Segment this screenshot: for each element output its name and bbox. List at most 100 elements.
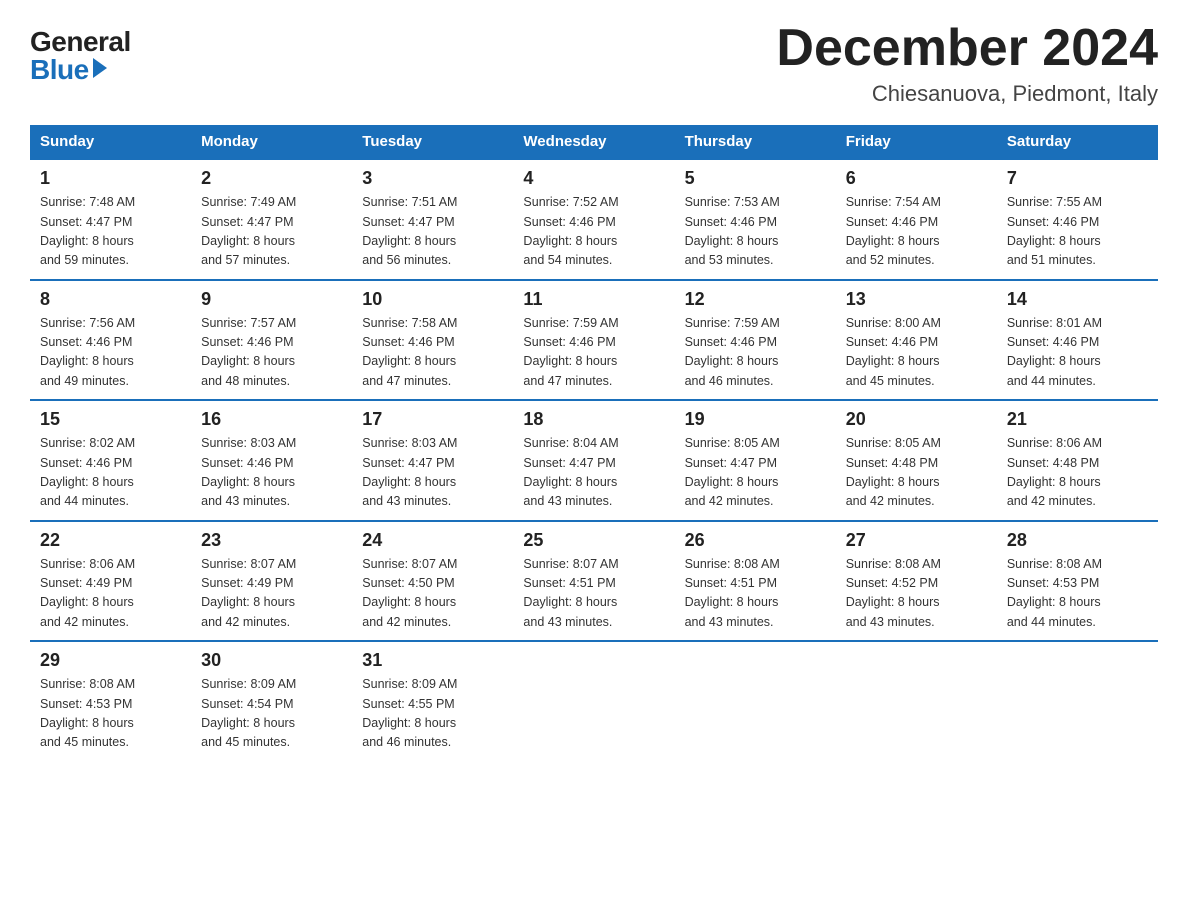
day-number: 26 [685,530,826,551]
calendar-day-cell: 10 Sunrise: 7:58 AM Sunset: 4:46 PM Dayl… [352,280,513,401]
day-detail: Sunrise: 7:58 AM Sunset: 4:46 PM Dayligh… [362,314,503,392]
day-number: 22 [40,530,181,551]
calendar-day-cell: 4 Sunrise: 7:52 AM Sunset: 4:46 PM Dayli… [513,159,674,280]
calendar-day-cell: 5 Sunrise: 7:53 AM Sunset: 4:46 PM Dayli… [675,159,836,280]
weekday-header-saturday: Saturday [997,125,1158,159]
day-detail: Sunrise: 7:52 AM Sunset: 4:46 PM Dayligh… [523,193,664,271]
calendar-day-cell: 30 Sunrise: 8:09 AM Sunset: 4:54 PM Dayl… [191,641,352,761]
calendar-day-cell: 8 Sunrise: 7:56 AM Sunset: 4:46 PM Dayli… [30,280,191,401]
calendar-day-cell: 22 Sunrise: 8:06 AM Sunset: 4:49 PM Dayl… [30,521,191,642]
day-detail: Sunrise: 8:01 AM Sunset: 4:46 PM Dayligh… [1007,314,1148,392]
day-number: 7 [1007,168,1148,189]
calendar-day-cell: 26 Sunrise: 8:08 AM Sunset: 4:51 PM Dayl… [675,521,836,642]
day-detail: Sunrise: 7:55 AM Sunset: 4:46 PM Dayligh… [1007,193,1148,271]
logo-triangle-icon [93,58,107,78]
calendar-day-cell: 23 Sunrise: 8:07 AM Sunset: 4:49 PM Dayl… [191,521,352,642]
calendar-day-cell: 2 Sunrise: 7:49 AM Sunset: 4:47 PM Dayli… [191,159,352,280]
day-detail: Sunrise: 8:08 AM Sunset: 4:53 PM Dayligh… [1007,555,1148,633]
calendar-day-cell: 31 Sunrise: 8:09 AM Sunset: 4:55 PM Dayl… [352,641,513,761]
day-number: 19 [685,409,826,430]
day-number: 8 [40,289,181,310]
calendar-day-cell: 16 Sunrise: 8:03 AM Sunset: 4:46 PM Dayl… [191,400,352,521]
day-detail: Sunrise: 8:08 AM Sunset: 4:51 PM Dayligh… [685,555,826,633]
day-number: 14 [1007,289,1148,310]
day-number: 29 [40,650,181,671]
calendar-day-cell: 12 Sunrise: 7:59 AM Sunset: 4:46 PM Dayl… [675,280,836,401]
day-detail: Sunrise: 8:04 AM Sunset: 4:47 PM Dayligh… [523,434,664,512]
calendar-header: SundayMondayTuesdayWednesdayThursdayFrid… [30,125,1158,159]
day-number: 30 [201,650,342,671]
day-number: 21 [1007,409,1148,430]
day-number: 15 [40,409,181,430]
day-detail: Sunrise: 8:07 AM Sunset: 4:50 PM Dayligh… [362,555,503,633]
calendar-day-cell: 27 Sunrise: 8:08 AM Sunset: 4:52 PM Dayl… [836,521,997,642]
title-area: December 2024 Chiesanuova, Piedmont, Ita… [776,20,1158,107]
day-detail: Sunrise: 8:00 AM Sunset: 4:46 PM Dayligh… [846,314,987,392]
calendar-day-cell: 6 Sunrise: 7:54 AM Sunset: 4:46 PM Dayli… [836,159,997,280]
day-detail: Sunrise: 7:56 AM Sunset: 4:46 PM Dayligh… [40,314,181,392]
day-detail: Sunrise: 8:05 AM Sunset: 4:47 PM Dayligh… [685,434,826,512]
calendar-day-cell: 11 Sunrise: 7:59 AM Sunset: 4:46 PM Dayl… [513,280,674,401]
day-number: 17 [362,409,503,430]
day-detail: Sunrise: 7:53 AM Sunset: 4:46 PM Dayligh… [685,193,826,271]
day-number: 27 [846,530,987,551]
calendar-week-row: 1 Sunrise: 7:48 AM Sunset: 4:47 PM Dayli… [30,159,1158,280]
day-number: 12 [685,289,826,310]
calendar-week-row: 22 Sunrise: 8:06 AM Sunset: 4:49 PM Dayl… [30,521,1158,642]
calendar-day-cell: 14 Sunrise: 8:01 AM Sunset: 4:46 PM Dayl… [997,280,1158,401]
day-number: 1 [40,168,181,189]
weekday-header-tuesday: Tuesday [352,125,513,159]
calendar-day-cell: 29 Sunrise: 8:08 AM Sunset: 4:53 PM Dayl… [30,641,191,761]
day-number: 23 [201,530,342,551]
day-detail: Sunrise: 8:09 AM Sunset: 4:55 PM Dayligh… [362,675,503,753]
calendar-week-row: 8 Sunrise: 7:56 AM Sunset: 4:46 PM Dayli… [30,280,1158,401]
calendar-day-cell: 3 Sunrise: 7:51 AM Sunset: 4:47 PM Dayli… [352,159,513,280]
day-detail: Sunrise: 7:59 AM Sunset: 4:46 PM Dayligh… [523,314,664,392]
calendar-day-cell: 18 Sunrise: 8:04 AM Sunset: 4:47 PM Dayl… [513,400,674,521]
calendar-day-cell: 19 Sunrise: 8:05 AM Sunset: 4:47 PM Dayl… [675,400,836,521]
calendar-day-cell [836,641,997,761]
day-number: 13 [846,289,987,310]
day-detail: Sunrise: 8:03 AM Sunset: 4:46 PM Dayligh… [201,434,342,512]
calendar-day-cell: 13 Sunrise: 8:00 AM Sunset: 4:46 PM Dayl… [836,280,997,401]
calendar-day-cell [997,641,1158,761]
day-detail: Sunrise: 7:51 AM Sunset: 4:47 PM Dayligh… [362,193,503,271]
weekday-header-sunday: Sunday [30,125,191,159]
weekday-header-friday: Friday [836,125,997,159]
calendar-day-cell: 25 Sunrise: 8:07 AM Sunset: 4:51 PM Dayl… [513,521,674,642]
weekday-header-wednesday: Wednesday [513,125,674,159]
calendar-day-cell: 28 Sunrise: 8:08 AM Sunset: 4:53 PM Dayl… [997,521,1158,642]
calendar-day-cell: 9 Sunrise: 7:57 AM Sunset: 4:46 PM Dayli… [191,280,352,401]
calendar-day-cell: 17 Sunrise: 8:03 AM Sunset: 4:47 PM Dayl… [352,400,513,521]
day-detail: Sunrise: 8:06 AM Sunset: 4:48 PM Dayligh… [1007,434,1148,512]
day-detail: Sunrise: 8:05 AM Sunset: 4:48 PM Dayligh… [846,434,987,512]
calendar-day-cell: 20 Sunrise: 8:05 AM Sunset: 4:48 PM Dayl… [836,400,997,521]
day-number: 24 [362,530,503,551]
day-number: 16 [201,409,342,430]
calendar-day-cell: 24 Sunrise: 8:07 AM Sunset: 4:50 PM Dayl… [352,521,513,642]
page-header: General Blue December 2024 Chiesanuova, … [30,20,1158,107]
calendar-body: 1 Sunrise: 7:48 AM Sunset: 4:47 PM Dayli… [30,159,1158,761]
day-number: 31 [362,650,503,671]
calendar-week-row: 15 Sunrise: 8:02 AM Sunset: 4:46 PM Dayl… [30,400,1158,521]
day-detail: Sunrise: 7:57 AM Sunset: 4:46 PM Dayligh… [201,314,342,392]
day-detail: Sunrise: 8:08 AM Sunset: 4:52 PM Dayligh… [846,555,987,633]
day-number: 10 [362,289,503,310]
calendar-week-row: 29 Sunrise: 8:08 AM Sunset: 4:53 PM Dayl… [30,641,1158,761]
logo-blue-text: Blue [30,56,107,84]
day-detail: Sunrise: 7:54 AM Sunset: 4:46 PM Dayligh… [846,193,987,271]
day-number: 28 [1007,530,1148,551]
day-number: 11 [523,289,664,310]
logo: General Blue [30,28,131,84]
day-detail: Sunrise: 8:07 AM Sunset: 4:49 PM Dayligh… [201,555,342,633]
location-title: Chiesanuova, Piedmont, Italy [776,81,1158,107]
day-number: 25 [523,530,664,551]
day-number: 4 [523,168,664,189]
day-number: 20 [846,409,987,430]
calendar-day-cell [513,641,674,761]
calendar-day-cell: 15 Sunrise: 8:02 AM Sunset: 4:46 PM Dayl… [30,400,191,521]
day-detail: Sunrise: 7:48 AM Sunset: 4:47 PM Dayligh… [40,193,181,271]
day-detail: Sunrise: 7:59 AM Sunset: 4:46 PM Dayligh… [685,314,826,392]
calendar-day-cell: 7 Sunrise: 7:55 AM Sunset: 4:46 PM Dayli… [997,159,1158,280]
day-detail: Sunrise: 8:02 AM Sunset: 4:46 PM Dayligh… [40,434,181,512]
